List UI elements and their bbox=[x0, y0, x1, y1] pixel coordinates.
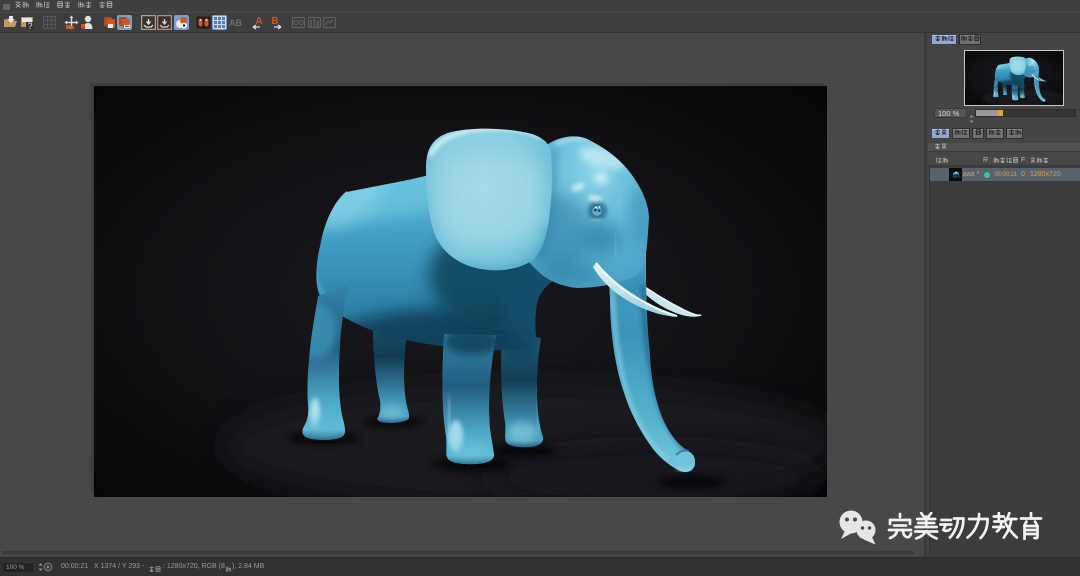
svg-text:?: ? bbox=[27, 21, 32, 30]
svg-text:B: B bbox=[271, 16, 278, 27]
svg-text:AB: AB bbox=[229, 18, 242, 28]
svg-text:A: A bbox=[255, 16, 262, 27]
